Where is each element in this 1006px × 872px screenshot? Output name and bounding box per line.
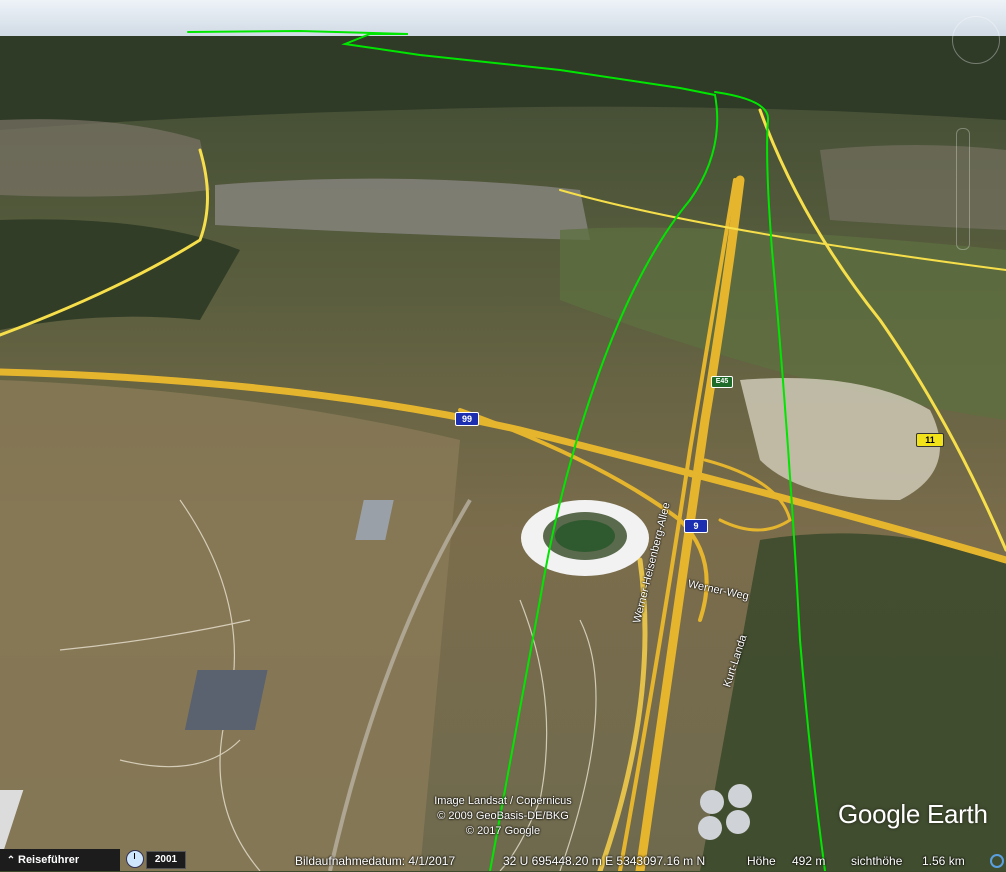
tour-guide-button[interactable]: ⌃ Reiseführer — [0, 849, 120, 871]
route-shield-9[interactable]: 9 — [684, 519, 708, 533]
cursor-coordinates: 32 U 695448.20 m E 5343097.16 m N — [503, 854, 706, 868]
attribution-line-1: Image Landsat / Copernicus — [434, 795, 572, 807]
chevron-up-icon: ⌃ — [6, 855, 16, 866]
satellite-3d-map[interactable] — [0, 0, 1006, 871]
route-shield-11[interactable]: 11 — [916, 433, 944, 447]
streaming-progress-icon — [990, 854, 1004, 868]
tank-2 — [728, 784, 752, 808]
tank-4 — [726, 810, 750, 834]
elevation-label: Höhe — [747, 854, 776, 868]
town-area-right — [820, 145, 1006, 230]
zoom-slider-control[interactable] — [956, 128, 970, 250]
historical-imagery-year[interactable]: 2001 — [146, 851, 186, 869]
tour-guide-label: Reiseführer — [18, 854, 80, 866]
tank-1 — [700, 790, 724, 814]
attribution-line-3: © 2017 Google — [465, 825, 541, 837]
heath-foreground — [0, 380, 460, 871]
tank-3 — [698, 816, 722, 840]
route-shield-e45[interactable]: E45 — [711, 376, 733, 388]
historical-imagery-clock-icon[interactable] — [126, 850, 144, 868]
imagery-date: Bildaufnahmedatum: 4/1/2017 — [295, 854, 456, 868]
imagery-attribution: Image Landsat / Copernicus © 2009 GeoBas… — [398, 794, 608, 839]
sky — [0, 0, 1006, 38]
eye-altitude-label: sichthöhe — [851, 854, 903, 868]
eye-altitude-value: 1.56 km — [922, 854, 965, 868]
allianz-arena-stadium — [521, 500, 649, 576]
building-block-1 — [184, 670, 268, 730]
google-earth-logo: Google Earth — [838, 799, 988, 829]
navigation-compass-control[interactable] — [952, 16, 1000, 64]
attribution-line-2: © 2009 GeoBasis-DE/BKG — [437, 810, 569, 822]
route-shield-99[interactable]: 99 — [455, 412, 479, 426]
elevation-value: 492 m — [792, 854, 826, 868]
status-bar: ⌃ Reiseführer 2001 Bildaufnahmedatum: 4/1… — [0, 849, 1006, 871]
